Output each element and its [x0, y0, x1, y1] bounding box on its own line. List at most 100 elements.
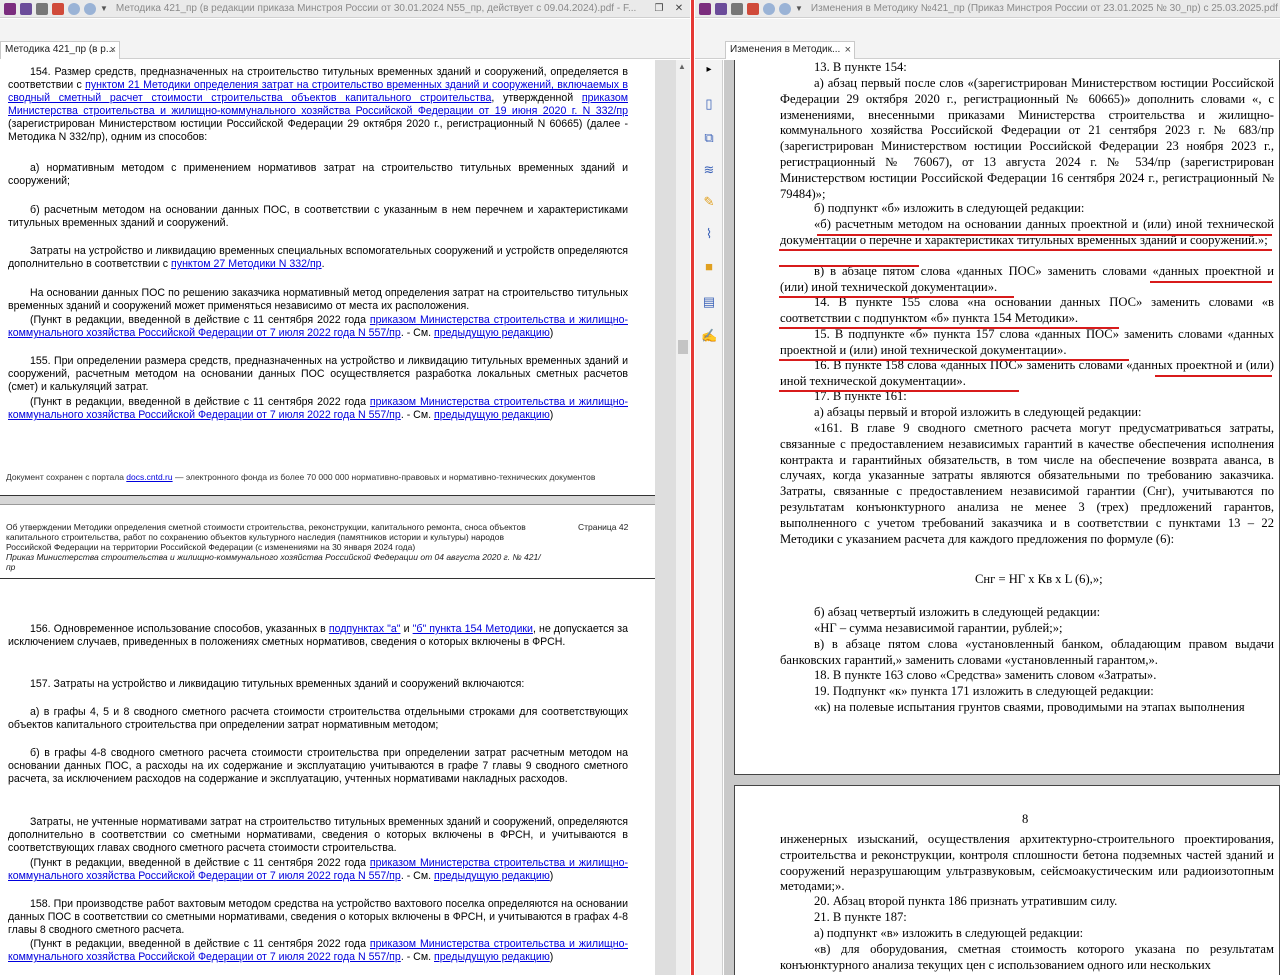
scroll-up-icon[interactable]: ▲	[678, 62, 686, 71]
link-previous-edition[interactable]: предыдущую редакцию	[434, 409, 550, 421]
navigation-panel-strip: ▸ ▯ ⧉ ≋ ✎ ⌇ ■ ▤ ✍	[695, 60, 723, 975]
link-previous-edition[interactable]: предыдущую редакцию	[434, 951, 550, 963]
foxit-app-icon[interactable]	[4, 2, 16, 15]
paragraph-costs: Затраты на устройство и ликвидацию време…	[8, 245, 628, 270]
redo-icon[interactable]	[84, 2, 96, 15]
markup-underline[interactable]	[1150, 281, 1272, 283]
close-icon[interactable]: ×	[110, 42, 116, 58]
lock-icon[interactable]: ■	[701, 259, 717, 275]
chevron-down-icon[interactable]: ▼	[795, 4, 803, 13]
edit-note: (Пункт в редакции, введенной в действие …	[8, 396, 628, 421]
right-title-bar: ▼ Изменения в Методику №421_пр (Приказ М…	[695, 0, 1280, 18]
chevron-right-icon[interactable]: ▸	[701, 62, 717, 78]
amend-161-text: «161. В главе 9 сводного сметного расчет…	[780, 421, 1274, 546]
amend-21-v: «в) для оборудования, сметная стоимость …	[780, 942, 1274, 972]
link-subpoints-a[interactable]: подпунктах "а"	[329, 623, 401, 635]
left-tab-bar: Методика 421_пр (в р... ×	[0, 19, 690, 59]
vertical-scrollbar[interactable]: ▲	[676, 60, 690, 975]
pdf-page-8: 8 инженерных изысканий, осуществления ар…	[734, 785, 1280, 975]
amend-21: 21. В пункте 187:	[814, 910, 907, 924]
split-divider	[691, 0, 694, 975]
markup-underline[interactable]	[779, 390, 1019, 392]
paragraph-pos: На основании данных ПОС по решению заказ…	[8, 287, 628, 312]
pages-icon[interactable]: ⧉	[701, 130, 717, 146]
close-button[interactable]: ✕	[670, 1, 688, 16]
save-icon[interactable]	[715, 2, 727, 15]
print-icon[interactable]	[731, 2, 743, 15]
amend-17-b-quote: «НГ – сумма независимой гарантии, рублей…	[814, 621, 1063, 635]
tab-document[interactable]: Методика 421_пр (в р... ×	[0, 41, 120, 59]
amend-13-a: а) абзац первый после слов «(зарегистрир…	[780, 76, 1274, 201]
edit-note: (Пункт в редакции, введенной в действие …	[8, 857, 628, 882]
portal-footer: Документ сохранен с портала docs.cntd.ru…	[6, 472, 596, 482]
markup-underline[interactable]	[779, 265, 919, 267]
link-p154-b[interactable]: "б" пункта 154 Методики	[413, 623, 533, 635]
link-portal[interactable]: docs.cntd.ru	[126, 472, 172, 482]
close-icon[interactable]: ×	[845, 42, 851, 58]
amend-21-a: а) подпункт «в» изложить в следующей ред…	[814, 926, 1084, 940]
amend-17-a: а) абзацы первый и второй изложить в сле…	[814, 405, 1142, 419]
undo-icon[interactable]	[68, 2, 80, 15]
paragraph-156: 156. Одновременное использование способо…	[8, 623, 628, 648]
layers-icon[interactable]: ≋	[701, 162, 717, 178]
comments-icon[interactable]: ✎	[701, 194, 717, 210]
markup-underline[interactable]	[779, 359, 1129, 361]
markup-underline[interactable]	[779, 327, 1119, 329]
link-previous-edition[interactable]: предыдущую редакцию	[434, 870, 550, 882]
amend-13-b-quote: «б) расчетным методом на основании данны…	[780, 217, 1274, 247]
pdf-icon[interactable]	[52, 2, 64, 15]
markup-underline[interactable]	[779, 249, 1272, 251]
undo-icon[interactable]	[763, 2, 775, 15]
chevron-down-icon[interactable]: ▼	[100, 4, 108, 13]
foxit-app-icon[interactable]	[699, 2, 711, 15]
markup-underline[interactable]	[1155, 375, 1272, 377]
amend-14: 14. В пункте 155 слова «на основании дан…	[780, 295, 1274, 325]
save-icon[interactable]	[20, 2, 32, 15]
left-title-bar: ▼ Методика 421_пр (в редакции приказа Ми…	[0, 0, 690, 18]
edit-note: (Пункт в редакции, введенной в действие …	[8, 314, 628, 339]
paragraph-154-b: б) расчетным методом на основании данных…	[8, 204, 628, 229]
print-icon[interactable]	[36, 2, 48, 15]
amend-16: 16. В пункте 158 слова «данных ПОС» заме…	[780, 358, 1274, 388]
pdf-icon[interactable]	[747, 2, 759, 15]
running-header: Об утверждении Методики определения смет…	[6, 522, 541, 572]
amend-13-b: б) подпункт «б» изложить в следующей ред…	[814, 201, 1085, 215]
markup-underline[interactable]	[817, 234, 1272, 236]
amend-19: 19. Подпункт «к» пункта 171 изложить в с…	[814, 684, 1154, 698]
restore-button[interactable]: ❐	[650, 1, 668, 16]
paragraph-157-c: Затраты, не учтенные нормативами затрат …	[8, 816, 628, 854]
left-document-view[interactable]: 154. Размер средств, предназначенных на …	[0, 60, 655, 975]
link-p27[interactable]: пунктом 27 Методики N 332/пр	[171, 258, 322, 270]
scrollbar-thumb[interactable]	[678, 340, 688, 354]
page-number: 8	[1022, 812, 1029, 826]
paragraph-155: 155. При определении размера средств, пр…	[8, 355, 628, 393]
form-icon[interactable]: ▤	[701, 294, 717, 310]
page-break	[0, 495, 655, 505]
amend-17-v: в) в абзаце пятом слова «установленный б…	[780, 637, 1274, 667]
amend-13: 13. В пункте 154:	[814, 60, 907, 74]
amend-20: 20. Абзац второй пункта 186 признать утр…	[814, 894, 1118, 908]
tab-label: Изменения в Методик...	[730, 44, 841, 55]
page-gutter	[655, 60, 676, 975]
markup-underline[interactable]	[779, 296, 1014, 298]
paragraph-158: 158. При производстве работ вахтовым мет…	[8, 898, 628, 936]
edit-note: (Пункт в редакции, введенной в действие …	[8, 938, 628, 963]
formula-6: Снг = НГ х Кв х L (6),»;	[975, 572, 1103, 586]
redo-icon[interactable]	[779, 2, 791, 15]
amend-15: 15. В подпункте «б» пункта 157 слова «да…	[780, 327, 1274, 357]
link-previous-edition[interactable]: предыдущую редакцию	[434, 327, 550, 339]
tab-document[interactable]: Изменения в Методик... ×	[725, 41, 855, 59]
tab-label: Методика 421_пр (в р...	[5, 44, 115, 55]
window-title: Изменения в Методику №421_пр (Приказ Мин…	[810, 3, 1280, 14]
amend-19-k: «к) на полевые испытания грунтов сваями,…	[814, 700, 1245, 714]
paragraph-154-a: а) нормативным методом с применением нор…	[8, 162, 628, 187]
page-icon[interactable]: ▯	[701, 96, 717, 112]
signature-icon[interactable]: ✍	[701, 328, 717, 344]
paragraph-157-b: б) в графы 4-8 сводного сметного расчета…	[8, 747, 628, 785]
amend-13-v: в) в абзаце пятом слова «данных ПОС» зам…	[780, 264, 1274, 294]
amend-18: 18. В пункте 163 слово «Средства» замени…	[814, 668, 1157, 682]
paragraph-154: 154. Размер средств, предназначенных на …	[8, 66, 628, 143]
paragraph-157: 157. Затраты на устройство и ликвидацию …	[30, 678, 525, 690]
amend-17-b: б) абзац четвертый изложить в следующей …	[814, 605, 1101, 619]
attachment-icon[interactable]: ⌇	[701, 226, 717, 242]
